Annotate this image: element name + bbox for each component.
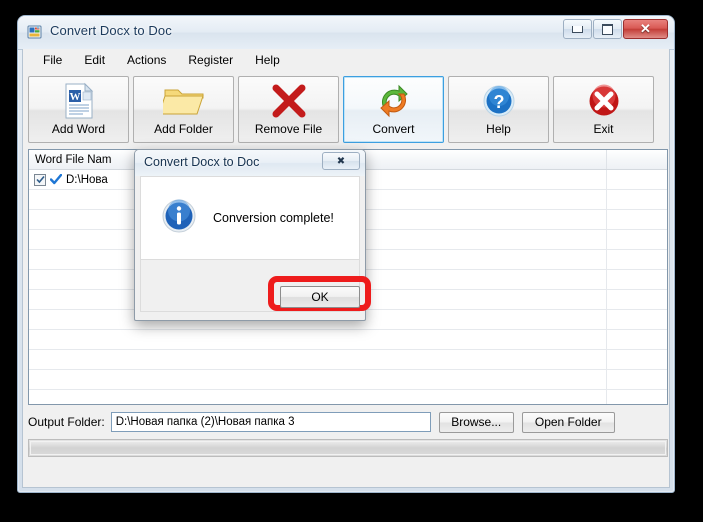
empty-cell-2 [607,210,667,229]
menu-item-actions[interactable]: Actions [117,50,176,70]
list-item[interactable] [29,350,667,370]
list-item[interactable] [29,370,667,390]
empty-cell-2 [607,250,667,269]
toolbar-label-add-folder: Add Folder [154,122,213,136]
dialog-body: Conversion complete! [140,176,360,260]
maximize-icon [594,20,621,38]
folder-icon [162,82,205,120]
toolbar-label-add-word: Add Word [51,122,106,136]
red-circle-x-icon [586,82,622,120]
menu-item-edit[interactable]: Edit [74,50,115,70]
info-icon [161,198,197,239]
empty-cell-2 [607,350,667,369]
converted-check-icon [50,174,62,185]
empty-cell [29,390,607,404]
menu-item-file[interactable]: File [33,50,72,70]
output-folder-label: Output Folder: [28,415,105,429]
empty-cell-2 [607,270,667,289]
dialog-close-icon: ✖ [336,155,346,167]
dialog-title: Convert Docx to Doc [144,155,260,169]
toolbar-label-convert: Convert [372,122,415,136]
blue-question-icon: ? [481,82,517,120]
close-icon: ✕ [640,21,651,36]
row-checkbox[interactable] [34,173,46,186]
progress-bar-track [30,441,666,455]
empty-cell-2 [607,290,667,309]
empty-cell [29,330,607,349]
dialog-close-button[interactable]: ✖ [322,152,360,170]
word-document-icon: W [61,82,97,120]
minimize-icon [564,20,591,38]
empty-cell-2 [607,230,667,249]
toolbar-label-remove-file: Remove File [254,122,323,136]
empty-cell [29,370,607,389]
toolbar: W Add Word Add Folder Remove File Conver… [28,76,668,145]
toolbar-button-add-folder[interactable]: Add Folder [133,76,234,143]
toolbar-button-exit[interactable]: Exit [553,76,654,143]
title-bar: Convert Docx to Doc ✕ [18,16,674,50]
ok-button[interactable]: OK [280,286,360,308]
empty-cell-2 [607,330,667,349]
convert-arrows-icon [375,82,413,120]
empty-cell [29,350,607,369]
menu-bar: File Edit Actions Register Help [23,49,669,71]
toolbar-label-help: Help [486,122,511,136]
empty-cell-2 [607,390,667,404]
menu-item-help[interactable]: Help [245,50,290,70]
open-folder-button[interactable]: Open Folder [521,411,615,433]
toolbar-button-help[interactable]: ? Help [448,76,549,143]
list-item[interactable] [29,390,667,404]
dialog-message: Conversion complete! [213,211,334,225]
minimize-button[interactable] [563,19,592,39]
file-path-text: D:\Нова [66,173,108,186]
output-folder-input[interactable]: D:\Новая папка (2)\Новая папка 3 [110,412,431,432]
empty-cell-2 [607,310,667,329]
column-header-secondary[interactable] [607,150,667,169]
progress-bar [28,439,668,457]
toolbar-button-add-word[interactable]: W Add Word [28,76,129,143]
application-window: Convert Docx to Doc ✕ File Edit Actions … [17,15,675,493]
dialog-title-bar: Convert Docx to Doc ✖ [135,150,365,176]
menu-item-register[interactable]: Register [178,50,243,70]
list-item[interactable] [29,330,667,350]
svg-text:?: ? [493,92,504,112]
message-dialog: Convert Docx to Doc ✖ Conversion complet… [134,149,371,321]
window-title: Convert Docx to Doc [50,23,172,38]
toolbar-button-remove-file[interactable]: Remove File [238,76,339,143]
red-x-icon [270,82,308,120]
empty-cell-2 [607,370,667,389]
app-convert-icon [27,24,43,40]
empty-cell-2 [607,190,667,209]
toolbar-label-exit: Exit [593,122,614,136]
output-folder-row: Output Folder: D:\Новая папка (2)\Новая … [28,411,668,433]
maximize-button[interactable] [593,19,622,39]
browse-button[interactable]: Browse... [438,411,514,433]
svg-text:W: W [69,91,80,103]
file-row-secondary-cell [607,170,667,189]
toolbar-button-convert[interactable]: Convert [343,76,444,143]
close-button[interactable]: ✕ [623,19,668,39]
